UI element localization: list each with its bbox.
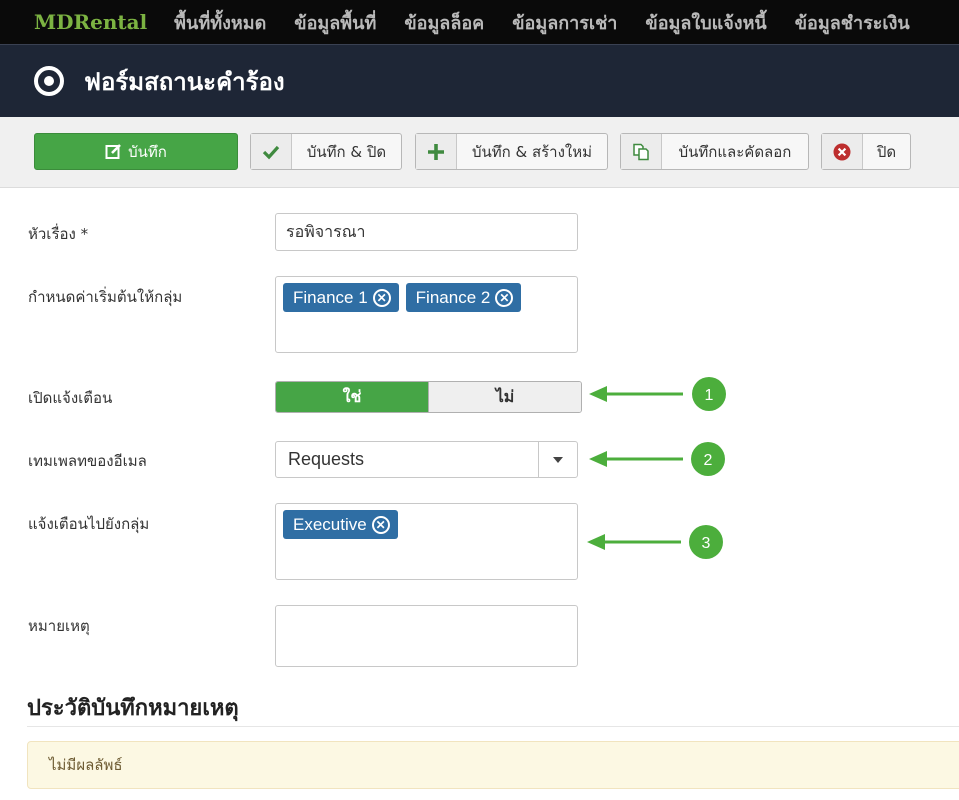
page-header: ฟอร์มสถานะคำร้อง — [0, 44, 959, 117]
note-label: หมายเหตุ — [28, 617, 90, 635]
default-groups-label: กำหนดค่าเริ่มต้นให้กลุ่ม — [28, 288, 183, 306]
plus-icon — [416, 134, 457, 169]
chip-label: Executive — [293, 514, 367, 534]
default-groups-field[interactable]: Finance 1 ✕ Finance 2 ✕ — [275, 276, 578, 353]
callout-3: 3 — [587, 525, 723, 559]
remove-chip-icon[interactable]: ✕ — [495, 288, 514, 307]
cancel-circle-icon — [822, 134, 863, 169]
email-template-value: Requests — [288, 449, 365, 469]
save-copy-label: บันทึกและคัดลอก — [678, 142, 792, 161]
save-button[interactable]: บันทึก — [34, 133, 238, 170]
title-input[interactable]: รอพิจารณา — [275, 213, 578, 251]
action-toolbar: บันทึก บันทึก & ปิด บันทึก & สร้างใหม่ บ… — [0, 117, 959, 188]
arrow-left-icon — [589, 386, 607, 402]
callout-number: 3 — [702, 535, 711, 552]
chip-label: Finance 1 — [293, 287, 368, 307]
group-chip: Executive ✕ — [283, 510, 398, 539]
notify-label: เปิดแจ้งเตือน — [28, 389, 113, 407]
notify-groups-label: แจ้งเตือนไปยังกลุ่ม — [28, 515, 150, 533]
email-template-label: เทมเพลทของอีเมล — [28, 452, 147, 470]
save-button-label: บันทึก — [128, 142, 167, 161]
callout-number: 2 — [704, 452, 713, 469]
top-navbar: MDRental พื้นที่ทั้งหมด ข้อมูลพื้นที่ ข้… — [0, 0, 959, 44]
callout-1: 1 — [589, 377, 726, 411]
page-title: ฟอร์มสถานะคำร้อง — [84, 67, 285, 96]
arrow-left-icon — [589, 451, 607, 467]
group-chip: Finance 1 ✕ — [283, 283, 399, 312]
edit-icon — [105, 144, 122, 159]
nav-item-area-info[interactable]: ข้อมูลพื้นที่ — [294, 8, 376, 37]
arrow-left-icon — [587, 534, 605, 550]
target-icon — [34, 66, 64, 96]
divider — [27, 726, 959, 727]
callout-2: 2 — [589, 442, 725, 476]
title-label: หัวเรื่อง * — [28, 225, 89, 243]
history-heading: ประวัติบันทึกหมายเหตุ — [27, 696, 239, 721]
check-icon — [251, 134, 292, 169]
save-copy-button[interactable]: บันทึกและคัดลอก — [620, 133, 809, 170]
save-close-button[interactable]: บันทึก & ปิด — [250, 133, 402, 170]
empty-message: ไม่มีผลลัพธ์ — [49, 756, 123, 774]
note-textarea[interactable] — [275, 605, 578, 667]
empty-alert: ไม่มีผลลัพธ์ — [27, 741, 959, 789]
copy-icon — [621, 134, 662, 169]
close-label: ปิด — [876, 142, 897, 161]
remove-chip-icon[interactable]: ✕ — [372, 288, 391, 307]
callout-number: 1 — [705, 387, 714, 404]
nav-item-lock-info[interactable]: ข้อมูลล็อค — [404, 8, 484, 37]
nav-item-invoice-info[interactable]: ข้อมูลใบแจ้งหนี้ — [645, 8, 766, 37]
nav-item-all-areas[interactable]: พื้นที่ทั้งหมด — [174, 8, 266, 37]
group-chip: Finance 2 ✕ — [405, 283, 522, 312]
save-close-label: บันทึก & ปิด — [306, 142, 387, 161]
notify-groups-field[interactable]: Executive ✕ — [275, 503, 578, 580]
notify-yes-option[interactable]: ใช่ — [276, 382, 428, 412]
email-template-select[interactable]: Requests — [275, 441, 578, 478]
save-new-button[interactable]: บันทึก & สร้างใหม่ — [415, 133, 608, 170]
notify-toggle: ใช่ ไม่ — [275, 381, 582, 413]
chevron-down-icon[interactable] — [538, 442, 577, 477]
chip-label: Finance 2 — [415, 287, 491, 307]
notify-no-option[interactable]: ไม่ — [428, 382, 581, 412]
save-new-label: บันทึก & สร้างใหม่ — [471, 142, 593, 161]
nav-item-payment-info[interactable]: ข้อมูลชำระเงิน — [795, 8, 910, 37]
brand-logo[interactable]: MDRental — [34, 10, 147, 34]
close-button[interactable]: ปิด — [821, 133, 911, 170]
nav-item-rental-info[interactable]: ข้อมูลการเช่า — [512, 8, 617, 37]
remove-chip-icon[interactable]: ✕ — [371, 515, 390, 534]
